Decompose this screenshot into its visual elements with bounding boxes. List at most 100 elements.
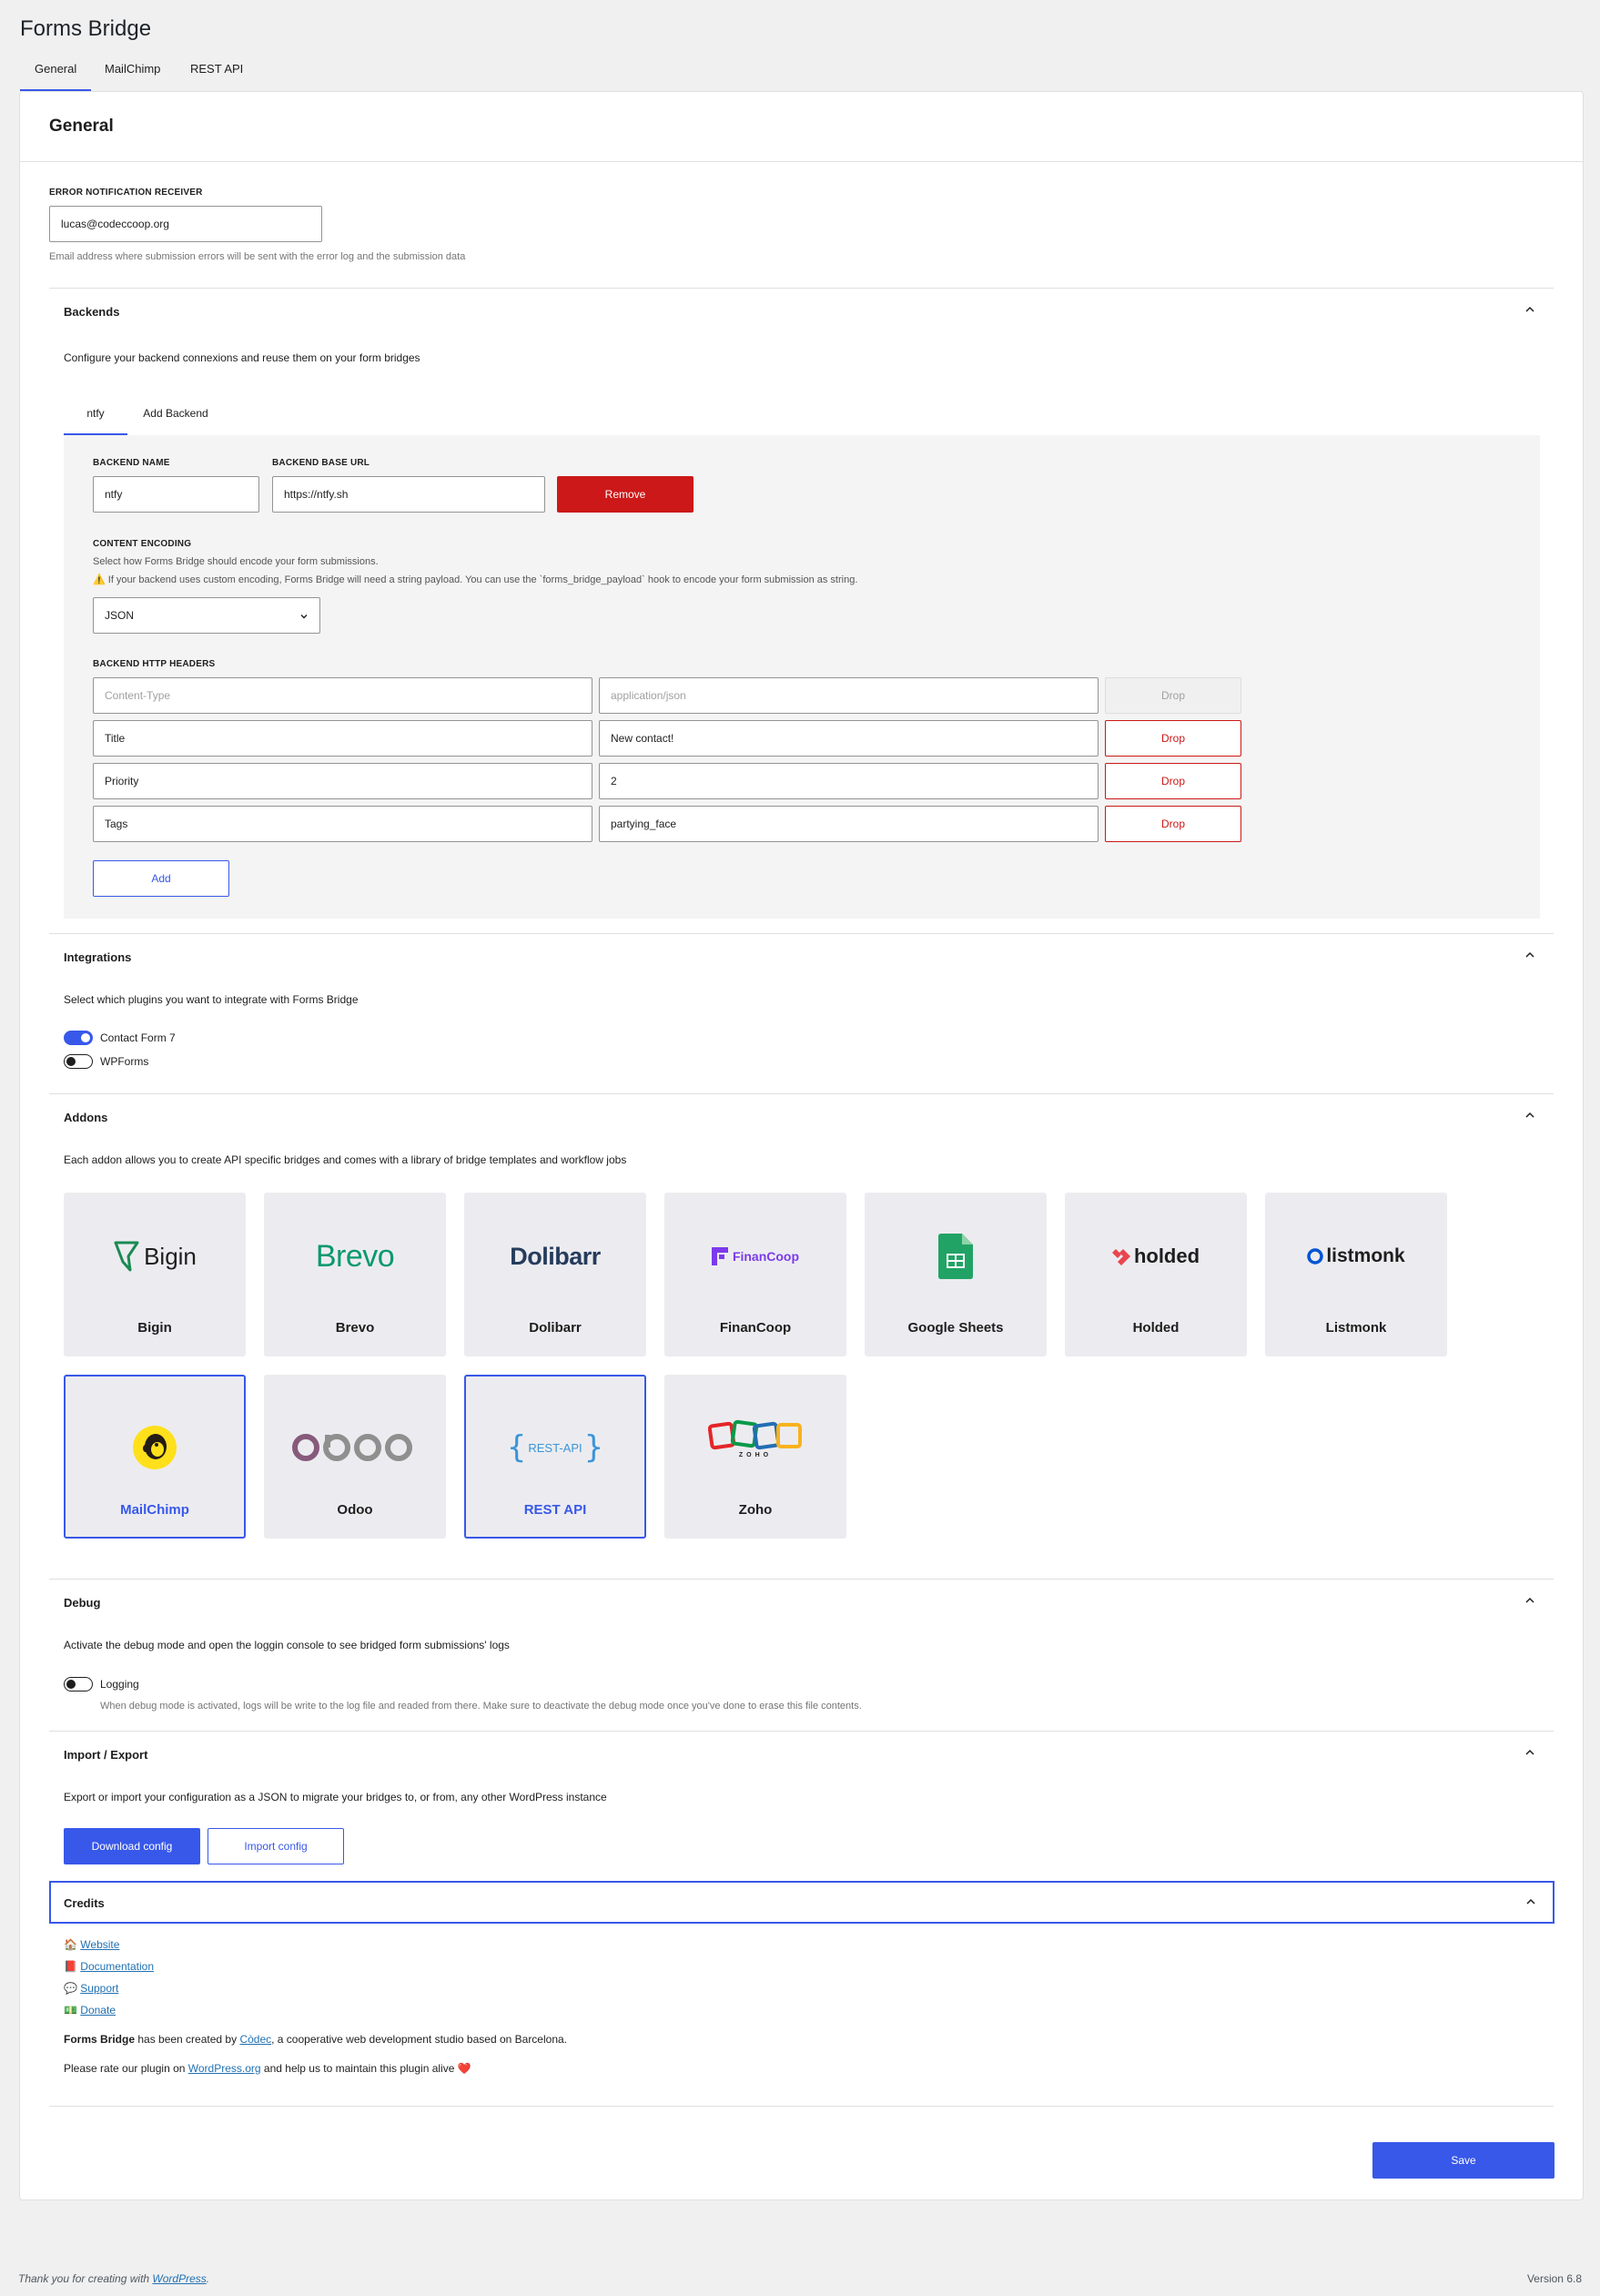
backend-tab-ntfy[interactable]: ntfy xyxy=(64,399,127,435)
drop-header-button[interactable]: Drop xyxy=(1105,806,1241,842)
divider xyxy=(49,1579,1554,1580)
drop-header-button[interactable]: Drop xyxy=(1105,763,1241,799)
footer-version: Version 6.8 xyxy=(1526,2272,1582,2285)
error-receiver-label: ERROR NOTIFICATION RECEIVER xyxy=(49,188,203,198)
tab-general[interactable]: General xyxy=(20,62,92,91)
chevron-up-icon[interactable] xyxy=(1524,950,1535,960)
addon-card-holded[interactable]: holded Holded xyxy=(1065,1193,1247,1356)
addon-name: FinanCoop xyxy=(719,1320,792,1336)
chevron-up-icon[interactable] xyxy=(1524,1110,1535,1121)
codec-link[interactable]: Còdec xyxy=(239,2033,271,2046)
backend-name-input[interactable]: ntfy xyxy=(93,476,259,513)
content-encoding-select[interactable]: JSON xyxy=(93,597,320,634)
addon-card-zoho[interactable]: ZOHO Zoho xyxy=(664,1375,846,1539)
credit-donate: 💵 Donate xyxy=(64,2004,116,2017)
money-icon: 💵 xyxy=(64,2004,77,2017)
wpforms-toggle[interactable] xyxy=(64,1054,93,1069)
import-export-section-toggle[interactable]: Import / Export xyxy=(64,1748,147,1762)
backend-form: BACKEND NAME ntfy BACKEND BASE URL https… xyxy=(64,435,1540,919)
error-receiver-help: Email address where submission errors wi… xyxy=(49,251,466,262)
integrations-section-toggle[interactable]: Integrations xyxy=(64,950,131,964)
drop-header-button[interactable]: Drop xyxy=(1105,720,1241,757)
dolibarr-logo-icon: Dolibarr xyxy=(510,1242,601,1270)
chevron-up-icon[interactable] xyxy=(1524,304,1535,315)
tab-rest-api[interactable]: REST API xyxy=(176,62,258,91)
zoho-logo-icon: ZOHO xyxy=(664,1411,846,1466)
wordpress-link[interactable]: WordPress xyxy=(152,2272,206,2285)
header-name-input[interactable]: Tags xyxy=(93,806,592,842)
credit-documentation: 📕 Documentation xyxy=(64,1960,154,1973)
credit-website: 🏠 Website xyxy=(64,1938,119,1951)
logging-toggle[interactable] xyxy=(64,1677,93,1692)
content-encoding-label: CONTENT ENCODING xyxy=(93,539,192,549)
addons-description: Each addon allows you to create API spec… xyxy=(64,1153,627,1166)
warning-icon: ⚠️ xyxy=(93,574,106,585)
bigin-logo-icon: Bigin xyxy=(64,1229,246,1284)
content-encoding-value: JSON xyxy=(105,609,135,622)
drop-header-button[interactable]: Drop xyxy=(1105,677,1241,714)
header-value-input[interactable]: application/json xyxy=(599,677,1099,714)
addon-card-dolibarr[interactable]: Dolibarr Dolibarr xyxy=(464,1193,646,1356)
integrations-description: Select which plugins you want to integra… xyxy=(64,993,359,1006)
import-config-button[interactable]: Import config xyxy=(208,1828,344,1864)
addon-name: Dolibarr xyxy=(529,1320,582,1336)
credits-title: Credits xyxy=(64,1896,105,1910)
header-name-input[interactable]: Title xyxy=(93,720,592,757)
listmonk-logo-icon: listmonk xyxy=(1265,1229,1447,1284)
chevron-up-icon[interactable] xyxy=(1524,1747,1535,1758)
panel-title: General xyxy=(49,117,114,136)
chevron-up-icon[interactable] xyxy=(1524,1595,1535,1606)
divider xyxy=(20,161,1583,162)
error-receiver-input[interactable]: lucas@codeccoop.org xyxy=(49,206,322,242)
website-link[interactable]: Website xyxy=(80,1938,119,1951)
addon-name: Brevo xyxy=(335,1320,375,1336)
support-link[interactable]: Support xyxy=(80,1982,118,1995)
addon-card-odoo[interactable]: Odoo xyxy=(264,1375,446,1539)
backend-url-label: BACKEND BASE URL xyxy=(272,458,370,468)
book-icon: 📕 xyxy=(64,1960,77,1973)
download-config-button[interactable]: Download config xyxy=(64,1828,200,1864)
backend-tab-add[interactable]: Add Backend xyxy=(135,399,217,435)
add-header-button[interactable]: Add xyxy=(93,860,229,897)
remove-backend-button[interactable]: Remove xyxy=(557,476,694,513)
credits-section-toggle[interactable]: Credits xyxy=(49,1881,1554,1924)
addon-card-google-sheets[interactable]: Google Sheets xyxy=(865,1193,1047,1356)
backends-description: Configure your backend connexions and re… xyxy=(64,351,420,364)
rate-plugin-text: Please rate our plugin on WordPress.org … xyxy=(64,2062,471,2075)
wordpress-org-link[interactable]: WordPress.org xyxy=(188,2062,261,2075)
rest-api-logo-icon: { REST-API } xyxy=(506,1429,604,1466)
import-export-description: Export or import your configuration as a… xyxy=(64,1791,607,1803)
backends-section-toggle[interactable]: Backends xyxy=(64,305,119,319)
addon-name: Listmonk xyxy=(1325,1320,1387,1336)
debug-section-toggle[interactable]: Debug xyxy=(64,1596,100,1610)
header-value-input[interactable]: 2 xyxy=(599,763,1099,799)
addon-card-financoop[interactable]: FinanCoop FinanCoop xyxy=(664,1193,846,1356)
addons-section-toggle[interactable]: Addons xyxy=(64,1111,107,1124)
header-value-input[interactable]: New contact! xyxy=(599,720,1099,757)
content-encoding-help: Select how Forms Bridge should encode yo… xyxy=(93,556,379,567)
backend-url-input[interactable]: https://ntfy.sh xyxy=(272,476,545,513)
documentation-link[interactable]: Documentation xyxy=(80,1960,154,1973)
contact-form-7-toggle[interactable] xyxy=(64,1031,93,1045)
addon-card-listmonk[interactable]: listmonk Listmonk xyxy=(1265,1193,1447,1356)
save-button[interactable]: Save xyxy=(1372,2142,1554,2179)
holded-logo-icon: holded xyxy=(1065,1229,1247,1284)
addon-card-rest-api[interactable]: { REST-API } REST API xyxy=(464,1375,646,1539)
addon-name: MailChimp xyxy=(120,1502,189,1518)
tab-mailchimp[interactable]: MailChimp xyxy=(90,62,175,91)
divider xyxy=(49,1731,1554,1732)
donate-link[interactable]: Donate xyxy=(80,2004,116,2017)
settings-panel: General ERROR NOTIFICATION RECEIVER luca… xyxy=(19,91,1584,2200)
header-name-input[interactable]: Priority xyxy=(93,763,592,799)
chevron-down-icon xyxy=(300,615,308,619)
addon-card-mailchimp[interactable]: MailChimp xyxy=(64,1375,246,1539)
brevo-logo-icon: Brevo xyxy=(315,1238,395,1274)
header-name-input[interactable]: Content-Type xyxy=(93,677,592,714)
addon-card-brevo[interactable]: Brevo Brevo xyxy=(264,1193,446,1356)
addon-name: Odoo xyxy=(337,1502,373,1518)
http-headers-label: BACKEND HTTP HEADERS xyxy=(93,659,216,669)
addon-card-bigin[interactable]: Bigin Bigin xyxy=(64,1193,246,1356)
header-value-input[interactable]: partying_face xyxy=(599,806,1099,842)
backend-name-label: BACKEND NAME xyxy=(93,458,170,468)
divider xyxy=(49,2106,1554,2107)
